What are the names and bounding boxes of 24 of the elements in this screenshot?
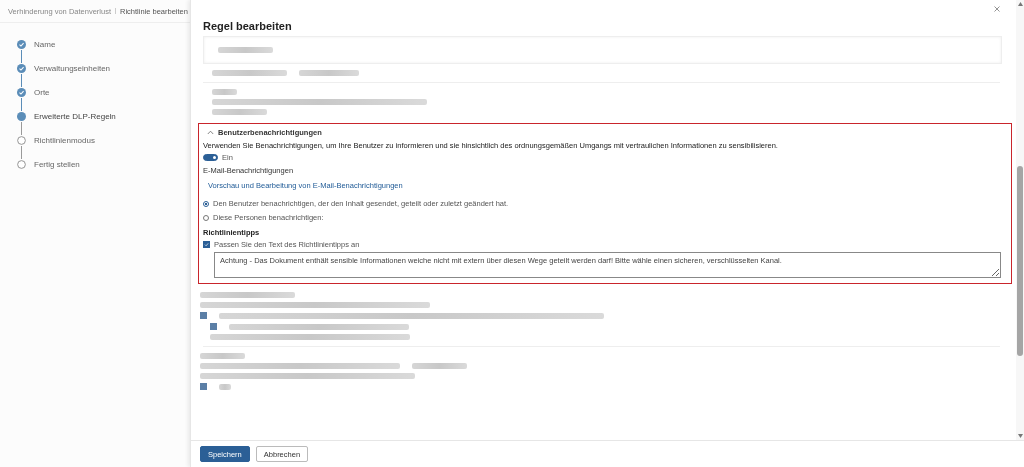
- step-label[interactable]: Verwaltungseinheiten: [34, 64, 111, 88]
- blurred-text: [200, 353, 245, 359]
- checkbox[interactable]: [203, 241, 210, 248]
- step-label[interactable]: Orte: [34, 88, 50, 112]
- radio-button[interactable]: [203, 214, 209, 221]
- step-label[interactable]: Name: [34, 40, 56, 64]
- step-label[interactable]: Richtlinienmodus: [34, 136, 95, 160]
- scrollbar[interactable]: [1016, 0, 1024, 440]
- scroll-down-icon[interactable]: [1017, 434, 1023, 438]
- blurred-text: [412, 363, 467, 369]
- blurred-text: [299, 70, 359, 76]
- panel-title: Regel bearbeiten: [203, 20, 292, 32]
- step-label[interactable]: Erweiterte DLP-Regeln: [34, 112, 116, 136]
- blurred-text: [219, 383, 231, 390]
- step-label[interactable]: Fertig stellen: [34, 160, 80, 184]
- close-icon[interactable]: [994, 6, 1000, 12]
- chevron-icon[interactable]: [207, 130, 214, 135]
- breadcrumb-separator: [115, 8, 116, 14]
- blurred-text: [212, 89, 237, 95]
- blurred-icon: [200, 383, 207, 390]
- scroll-up-icon[interactable]: [1017, 2, 1023, 6]
- radio-button[interactable]: [203, 200, 209, 207]
- toggle-switch[interactable]: [203, 154, 218, 161]
- blurred-text: [212, 109, 267, 115]
